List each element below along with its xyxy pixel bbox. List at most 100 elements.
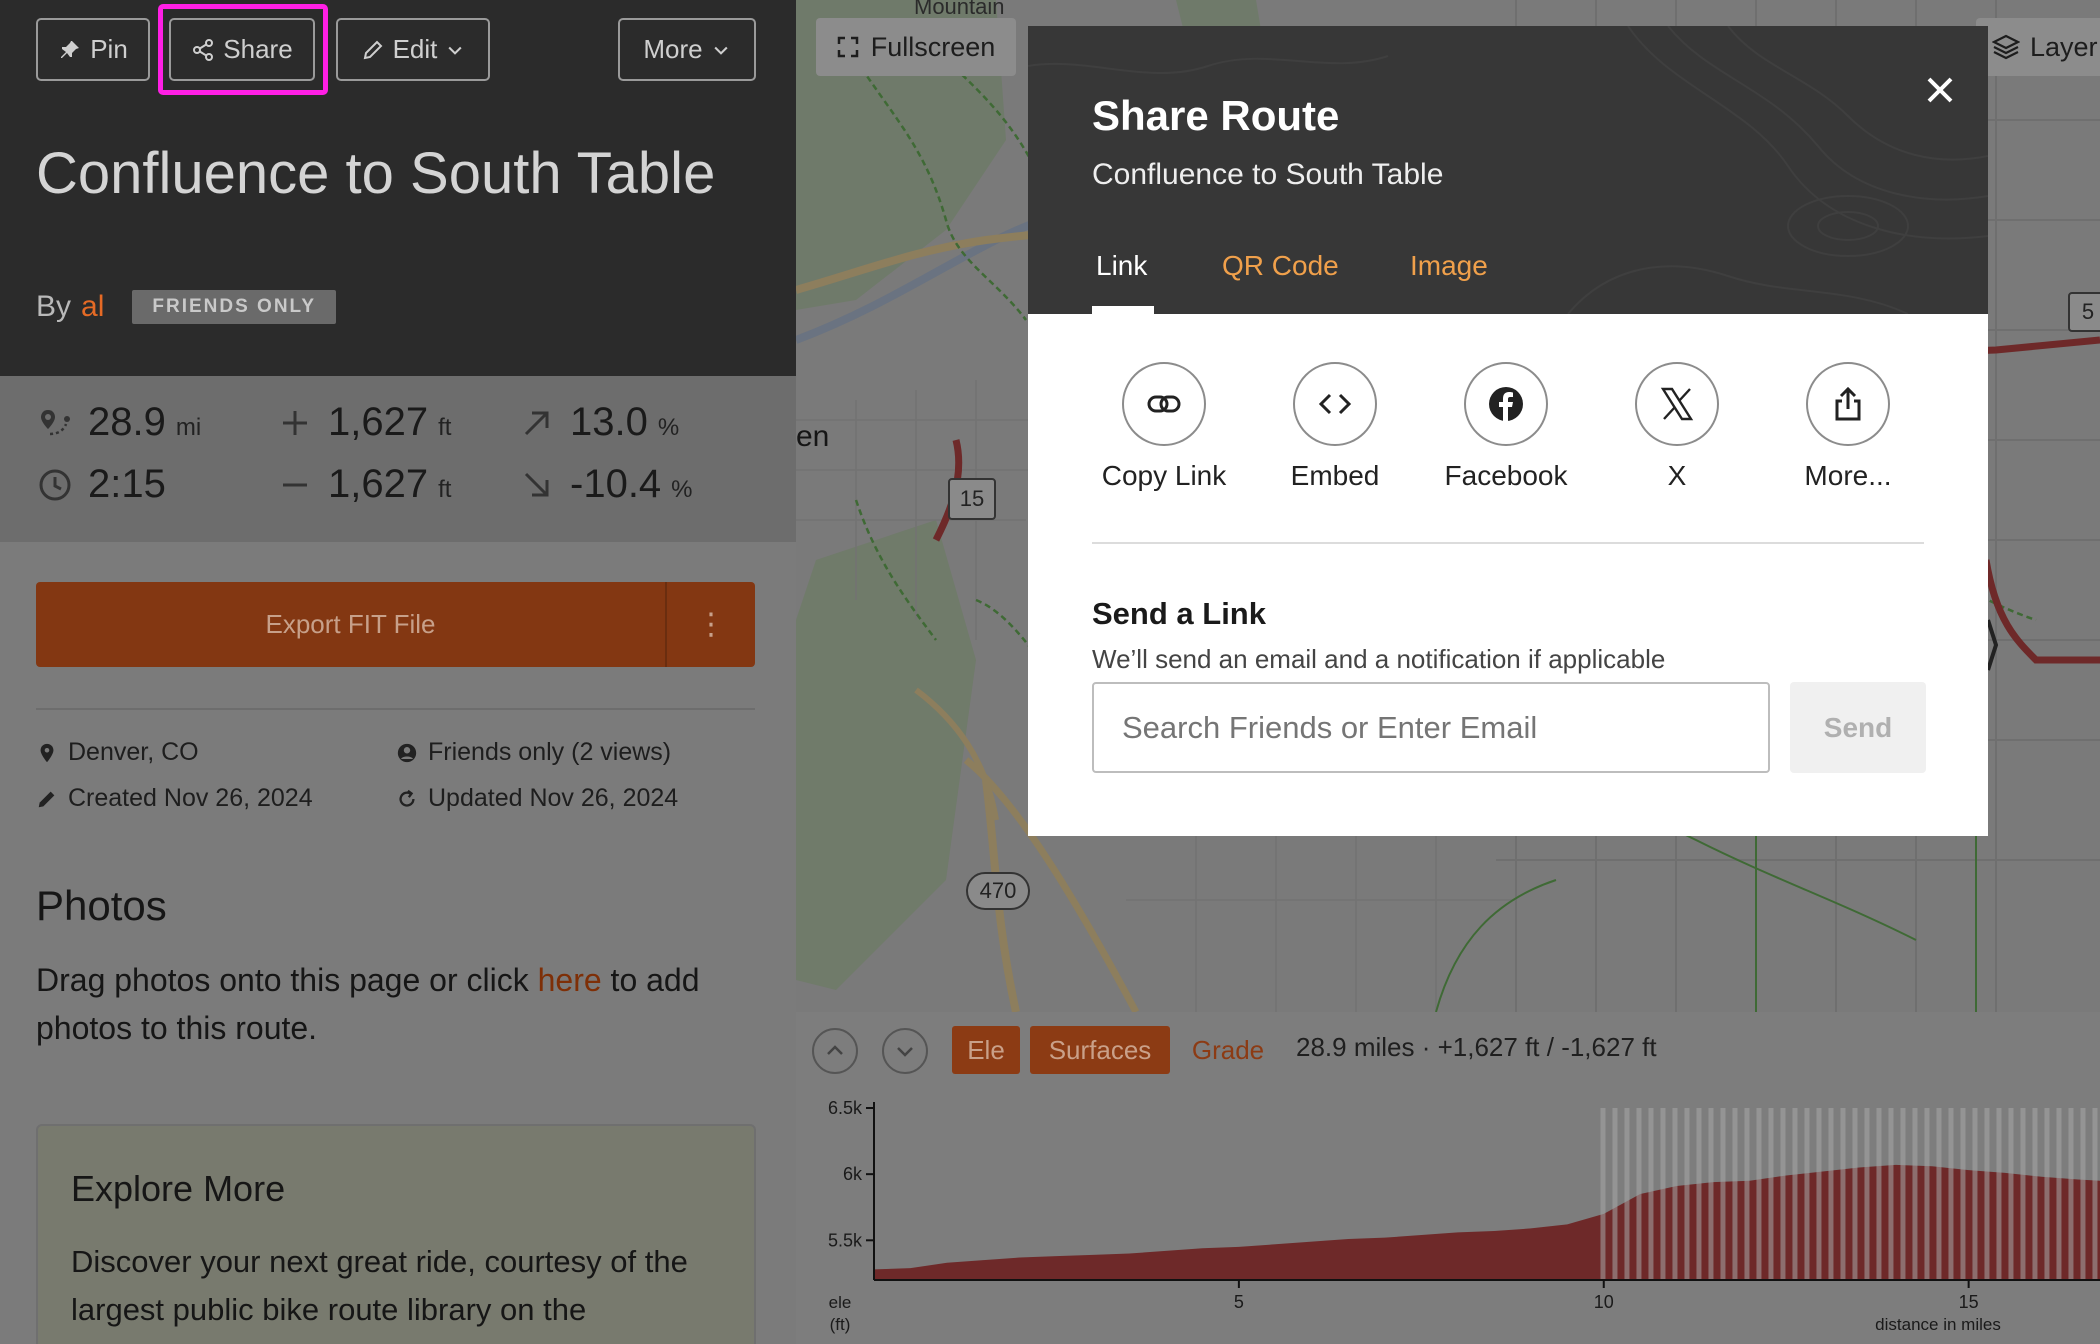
pin-button[interactable]: Pin <box>36 18 150 81</box>
chevron-down-icon <box>714 46 728 55</box>
meta-created: Created Nov 26, 2024 <box>36 784 313 813</box>
code-brackets-icon <box>1318 393 1352 415</box>
fullscreen-label: Fullscreen <box>870 31 996 62</box>
share-upload-icon <box>1835 386 1861 421</box>
x-axis-title: distance in miles <box>1875 1315 2001 1334</box>
elevation-summary: 28.9 miles · +1,627 ft / -1,627 ft <box>1296 1032 1657 1062</box>
modal-body: Copy Link Embed Facebook X More... Send … <box>1028 314 1988 836</box>
export-fit-button[interactable]: Export FIT File <box>36 582 667 667</box>
surface-stripe <box>2068 1108 2074 1280</box>
chevron-down-icon <box>897 1047 913 1057</box>
stat-max-grade: 13.0 % <box>520 400 679 445</box>
route-header: Pin Share Edit More Confluence to South … <box>0 0 796 376</box>
active-tab-indicator <box>1092 306 1154 314</box>
tab-link[interactable]: Link <box>1096 250 1147 282</box>
min-grade-unit: % <box>671 476 693 503</box>
surface-stripe <box>1612 1108 1618 1280</box>
explore-more-card: Explore More Discover your next great ri… <box>36 1124 756 1344</box>
surface-stripe <box>1996 1108 2002 1280</box>
location-text: Denver, CO <box>68 738 199 766</box>
tab-qr-code[interactable]: QR Code <box>1222 250 1339 282</box>
x-option[interactable]: X <box>1592 362 1762 492</box>
embed-button[interactable] <box>1293 362 1377 446</box>
route-byline: By al FRIENDS ONLY <box>36 290 337 324</box>
facebook-option[interactable]: Facebook <box>1421 362 1591 492</box>
surface-stripe <box>2044 1108 2050 1280</box>
x-label: X <box>1667 460 1687 491</box>
route-distance-icon <box>41 409 70 435</box>
edit-label: Edit <box>392 34 438 64</box>
arrow-down-right-icon <box>524 472 549 496</box>
surface-stripe <box>1708 1108 1714 1280</box>
add-photos-link[interactable]: here <box>538 962 602 998</box>
chevron-up-icon <box>827 1045 843 1055</box>
user-circle-icon <box>397 743 417 762</box>
surface-stripe <box>2056 1108 2062 1280</box>
loss-value: 1,627 <box>328 462 429 506</box>
tab-grade[interactable]: Grade <box>1180 1026 1276 1074</box>
surface-stripe <box>1600 1108 1606 1280</box>
route-sidebar: Pin Share Edit More Confluence to South … <box>0 0 796 1344</box>
tab-image[interactable]: Image <box>1410 250 1488 282</box>
stat-time: 2:15 <box>38 462 166 507</box>
more-button[interactable]: More <box>618 18 756 81</box>
elevation-panel: Ele Surfaces Grade 28.9 miles · +1,627 f… <box>796 1012 2100 1344</box>
by-prefix: By <box>36 290 72 323</box>
facebook-icon <box>1489 387 1523 421</box>
more-share-button[interactable] <box>1806 362 1890 446</box>
close-button[interactable] <box>1912 62 1968 118</box>
modal-subtitle: Confluence to South Table <box>1092 158 1444 191</box>
expand-icon <box>837 36 858 58</box>
route-shield-470: 470 <box>966 872 1030 910</box>
collapse-up-button[interactable] <box>812 1028 858 1074</box>
copy-link-option[interactable]: Copy Link <box>1079 362 1249 492</box>
route-title: Confluence to South Table <box>36 141 716 206</box>
copy-link-button[interactable] <box>1122 362 1206 446</box>
tab-surfaces[interactable]: Surfaces <box>1030 1026 1170 1074</box>
gain-value: 1,627 <box>328 400 429 444</box>
facebook-label: Facebook <box>1444 460 1568 491</box>
modal-title: Share Route <box>1092 92 1340 139</box>
copy-link-label: Copy Link <box>1101 460 1227 491</box>
share-route-modal: Share Route Confluence to South Table Li… <box>1028 26 1988 836</box>
meta-location: Denver, CO <box>36 738 199 767</box>
embed-option[interactable]: Embed <box>1250 362 1420 492</box>
loss-unit: ft <box>438 476 452 503</box>
route-shield-5: 5 <box>2068 292 2100 332</box>
send-link-heading: Send a Link <box>1092 596 1266 631</box>
y-tick-label: 6k <box>843 1164 863 1184</box>
explore-text: Discover your next great ride, courtesy … <box>71 1244 688 1327</box>
surface-stripe <box>1960 1108 1966 1280</box>
updated-text: Updated Nov 26, 2024 <box>428 784 679 812</box>
surface-stripe <box>1876 1108 1882 1280</box>
route-shield-15: 15 <box>948 478 996 520</box>
link-icon <box>1147 395 1181 413</box>
x-button[interactable] <box>1635 362 1719 446</box>
surface-stripe <box>1660 1108 1666 1280</box>
more-share-option[interactable]: More... <box>1763 362 1933 492</box>
surface-stripe <box>1936 1108 1942 1280</box>
friend-email-search-input[interactable] <box>1092 682 1770 773</box>
gain-unit: ft <box>438 414 452 441</box>
send-button[interactable]: Send <box>1790 682 1926 773</box>
y-tick-label: 6.5k <box>828 1098 863 1118</box>
layers-button[interactable]: Layer <box>1976 18 2100 76</box>
y-axis-title: ele <box>829 1293 852 1312</box>
export-menu-button[interactable]: ⋮ <box>667 582 755 667</box>
x-logo-icon <box>1660 387 1694 421</box>
photos-heading: Photos <box>36 882 167 929</box>
expand-down-button[interactable] <box>882 1028 928 1074</box>
pin-label: Pin <box>90 34 128 64</box>
author-link[interactable]: al <box>81 290 104 324</box>
tab-elevation[interactable]: Ele <box>952 1026 1020 1074</box>
distance-value: 28.9 <box>88 400 166 444</box>
created-text: Created Nov 26, 2024 <box>68 784 313 812</box>
facebook-button[interactable] <box>1464 362 1548 446</box>
surface-stripe <box>1828 1108 1834 1280</box>
edit-button[interactable]: Edit <box>336 18 490 81</box>
x-tick-label: 10 <box>1594 1292 1614 1312</box>
surface-stripe <box>1804 1108 1810 1280</box>
map-label-place: en <box>796 420 830 453</box>
fullscreen-button[interactable]: Fullscreen <box>816 18 1016 76</box>
surface-stripe <box>1732 1108 1738 1280</box>
